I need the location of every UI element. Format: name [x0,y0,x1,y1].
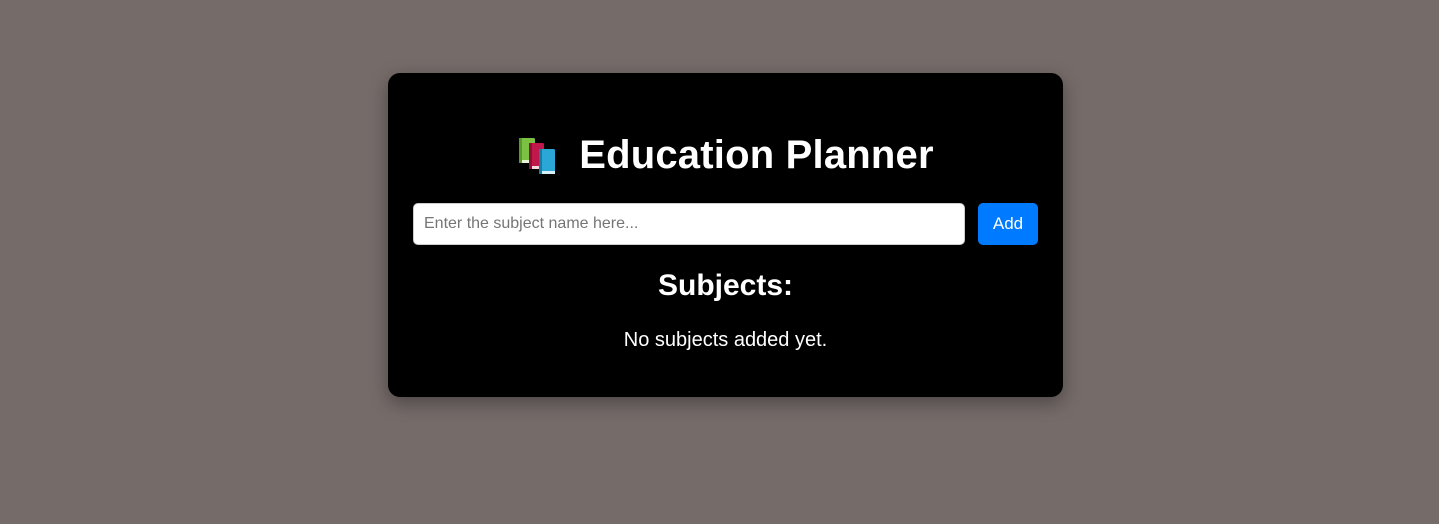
header: Education Planner [388,129,1063,181]
books-icon [517,136,563,176]
planner-card: Education Planner Add Subjects: No subje… [388,73,1063,397]
add-subject-form: Add [413,203,1038,245]
subject-input[interactable] [413,203,965,245]
empty-subjects-message: No subjects added yet. [623,329,828,351]
add-button[interactable]: Add [978,203,1038,245]
page-title: Education Planner [579,133,934,177]
subjects-heading: Subjects: [657,269,794,302]
